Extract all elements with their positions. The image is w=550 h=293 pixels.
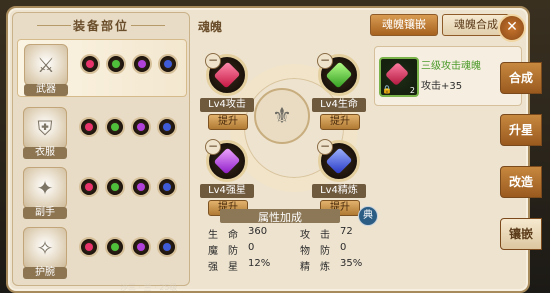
- gem-socket[interactable]: [132, 54, 152, 74]
- soul-socket-refine[interactable]: −: [317, 139, 360, 182]
- gem-socket[interactable]: [158, 54, 178, 74]
- emblem-icon: ⚜: [254, 88, 310, 144]
- slot-offhand[interactable]: ✦ 副手: [17, 163, 185, 219]
- gem-socket[interactable]: [79, 237, 99, 257]
- attr-key: 精 炼: [300, 262, 330, 273]
- upgrade-button[interactable]: 提升: [320, 114, 360, 130]
- crystal-icon: [384, 61, 410, 87]
- attr-key: 魔 防: [208, 246, 238, 257]
- slot-label: 副手: [23, 207, 67, 219]
- offhand-icon: ✦: [23, 167, 67, 209]
- attr-value: 0: [340, 242, 347, 253]
- gem-socket[interactable]: [79, 117, 99, 137]
- tab-upgrade-star[interactable]: 升星: [500, 114, 542, 146]
- gem-socket[interactable]: [80, 54, 100, 74]
- attr-value: 360: [248, 226, 268, 237]
- attribute-row: 魔 防 0 物 防 0: [208, 242, 388, 258]
- slot-label: 衣服: [23, 147, 67, 159]
- slot-label: 武器: [24, 84, 68, 96]
- attr-key: 攻 击: [300, 230, 330, 241]
- gem-socket[interactable]: [106, 54, 126, 74]
- attr-value: 12%: [248, 258, 271, 269]
- slot-label: 护腕: [23, 267, 67, 279]
- slot-weapon[interactable]: ⚔ 武器: [17, 39, 187, 97]
- tab-soul-inlay[interactable]: 魂魄镶嵌: [370, 14, 438, 36]
- slot-armor[interactable]: ⛨ 衣服: [17, 103, 185, 159]
- mid-title: 魂魄: [198, 20, 223, 34]
- soul-socket-star[interactable]: −: [205, 139, 248, 182]
- socket-level: Lv4生命: [312, 98, 366, 112]
- gem-socket[interactable]: [131, 117, 151, 137]
- remove-icon[interactable]: −: [317, 53, 333, 69]
- gem-socket[interactable]: [157, 117, 177, 137]
- attr-key: 物 防: [300, 246, 330, 257]
- soul-socket-attack[interactable]: −: [205, 53, 248, 96]
- attribute-list: 生 命 360 攻 击 72 魔 防 0 物 防 0 强 星 12% 精 炼 3…: [208, 226, 388, 274]
- attribute-bonus-title: 属性加成: [220, 209, 340, 224]
- left-panel-title: 装备部位: [13, 17, 189, 35]
- tab-modify[interactable]: 改造: [500, 166, 542, 198]
- gem-socket[interactable]: [157, 177, 177, 197]
- attr-value: 72: [340, 226, 353, 237]
- attr-key: 强 星: [208, 262, 238, 273]
- gem-socket[interactable]: [157, 237, 177, 257]
- item-name: 三级攻击魂魄: [421, 61, 481, 72]
- upgrade-button[interactable]: 提升: [208, 114, 248, 130]
- gem-socket[interactable]: [105, 237, 125, 257]
- close-button[interactable]: ✕: [498, 14, 526, 42]
- bracer-icon: ✧: [23, 227, 67, 269]
- item-stat: 攻击+35: [421, 81, 463, 92]
- attribute-row: 强 星 12% 精 炼 35%: [208, 258, 388, 274]
- sword-icon: ⚔: [24, 44, 68, 86]
- equipment-slot-panel: 装备部位 ⚔ 武器 ⛨ 衣服 ✦ 副手 ✧ 护腕: [12, 12, 190, 286]
- armor-icon: ⛨: [23, 107, 67, 149]
- gem-socket[interactable]: [79, 177, 99, 197]
- bottom-hint-text: 沙三 · 兰 · 25级: [120, 283, 178, 292]
- close-icon: ✕: [506, 19, 518, 35]
- socket-level: Lv4攻击: [200, 98, 254, 112]
- remove-icon[interactable]: −: [205, 53, 221, 69]
- soul-crystal-icon: 🔒 2: [379, 57, 419, 97]
- attr-key: 生 命: [208, 230, 238, 241]
- gem-socket[interactable]: [105, 117, 125, 137]
- attr-value: 35%: [340, 258, 363, 269]
- tab-combine[interactable]: 合成: [500, 62, 542, 94]
- attribute-row: 生 命 360 攻 击 72: [208, 226, 388, 242]
- gem-socket[interactable]: [105, 177, 125, 197]
- slot-bracer[interactable]: ✧ 护腕: [17, 223, 185, 279]
- socket-level: Lv4强星: [200, 184, 254, 198]
- soul-socket-hp[interactable]: −: [317, 53, 360, 96]
- socket-level: Lv4精炼: [312, 184, 366, 198]
- gem-socket[interactable]: [131, 177, 151, 197]
- item-count: 2: [409, 86, 415, 95]
- lock-icon: 🔒: [382, 85, 392, 94]
- remove-icon[interactable]: −: [317, 139, 333, 155]
- soul-socket-panel: 魂魄 ⚜ − Lv4攻击 提升 − Lv4生命 提升 − Lv4强星 提升 − …: [190, 12, 378, 284]
- remove-icon[interactable]: −: [205, 139, 221, 155]
- attr-value: 0: [248, 242, 255, 253]
- tab-inlay[interactable]: 镶嵌: [500, 218, 542, 250]
- gem-socket[interactable]: [131, 237, 151, 257]
